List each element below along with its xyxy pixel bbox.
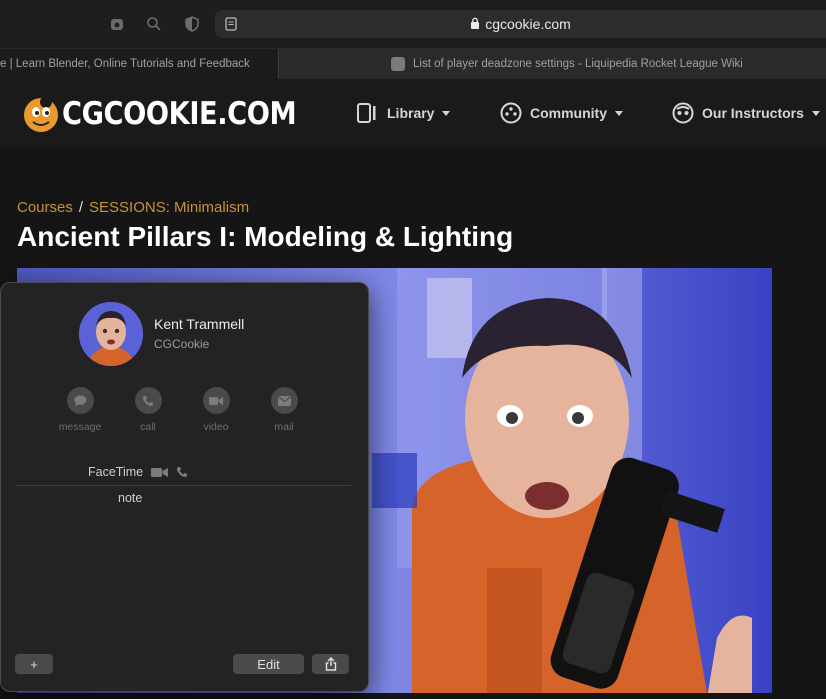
tab-bar: e | Learn Blender, Online Tutorials and …: [0, 48, 826, 80]
chevron-down-icon: [811, 110, 820, 116]
nav-instructors[interactable]: Our Instructors: [672, 101, 820, 125]
video-label: video: [203, 421, 229, 433]
cookie-logo-icon: [24, 96, 58, 132]
avatar: [79, 302, 143, 366]
liquipedia-favicon-icon: [391, 57, 405, 71]
share-button[interactable]: [312, 654, 349, 674]
tab-cgcookie[interactable]: e | Learn Blender, Online Tutorials and …: [0, 49, 278, 80]
message-button[interactable]: message: [50, 387, 110, 433]
message-icon: [66, 387, 94, 414]
video-button[interactable]: video: [186, 387, 246, 433]
facetime-row: FaceTime: [88, 465, 188, 479]
site-header: CGCOOKIE.COM Library Community Our Instr…: [0, 79, 826, 147]
nav-library-label: Library: [387, 105, 435, 121]
chevron-down-icon: [442, 110, 451, 116]
url: cgcookie.com: [485, 16, 571, 32]
facetime-audio-icon[interactable]: [176, 466, 188, 478]
tab-title: List of player deadzone settings - Liqui…: [413, 58, 743, 70]
tab-title: e | Learn Blender, Online Tutorials and …: [0, 58, 250, 70]
library-icon: [357, 103, 376, 123]
site-logo[interactable]: CGCOOKIE.COM: [22, 92, 328, 136]
breadcrumb-courses[interactable]: Courses: [17, 199, 73, 216]
search-icon[interactable]: [144, 14, 164, 34]
contact-name: Kent Trammell: [154, 316, 245, 332]
breadcrumb-sessions[interactable]: SESSIONS: Minimalism: [89, 199, 249, 216]
call-label: call: [140, 421, 156, 433]
lock-icon: [470, 16, 480, 32]
message-label: message: [58, 421, 102, 433]
breadcrumb-separator: /: [78, 199, 84, 216]
phone-icon: [134, 387, 162, 414]
facetime-label: FaceTime: [88, 465, 144, 479]
nav-community[interactable]: Community: [500, 101, 623, 125]
add-button[interactable]: +: [15, 654, 53, 674]
nav-community-label: Community: [530, 105, 607, 121]
contact-organization: CGCookie: [154, 337, 210, 351]
url-text: cgcookie.com: [215, 16, 826, 32]
note-label: note: [118, 491, 143, 505]
privacy-report-icon[interactable]: [107, 14, 127, 34]
mail-label: mail: [274, 421, 294, 433]
divider: [15, 485, 351, 486]
browser-toolbar: cgcookie.com: [0, 0, 826, 48]
address-bar[interactable]: cgcookie.com: [215, 10, 826, 38]
page-title: Ancient Pillars I: Modeling & Lighting: [17, 221, 514, 252]
call-button[interactable]: call: [118, 387, 178, 433]
edit-button[interactable]: Edit: [233, 654, 304, 674]
chevron-down-icon: [615, 110, 623, 116]
mail-button[interactable]: mail: [254, 387, 314, 433]
share-icon: [325, 657, 336, 671]
logo-text: CGCOOKIE.COM: [62, 96, 297, 132]
instructors-icon: [672, 102, 694, 124]
tab-liquipedia[interactable]: List of player deadzone settings - Liqui…: [278, 49, 826, 80]
community-icon: [500, 102, 522, 124]
facetime-video-icon[interactable]: [151, 467, 169, 478]
nav-instructors-label: Our Instructors: [702, 105, 804, 121]
nav-library[interactable]: Library: [357, 101, 451, 125]
contact-card: Kent Trammell CGCookie message call vide…: [0, 282, 369, 692]
mail-icon: [270, 387, 298, 414]
video-icon: [202, 387, 230, 414]
shield-icon[interactable]: [182, 14, 202, 34]
breadcrumb: Courses / SESSIONS: Minimalism: [17, 199, 249, 216]
